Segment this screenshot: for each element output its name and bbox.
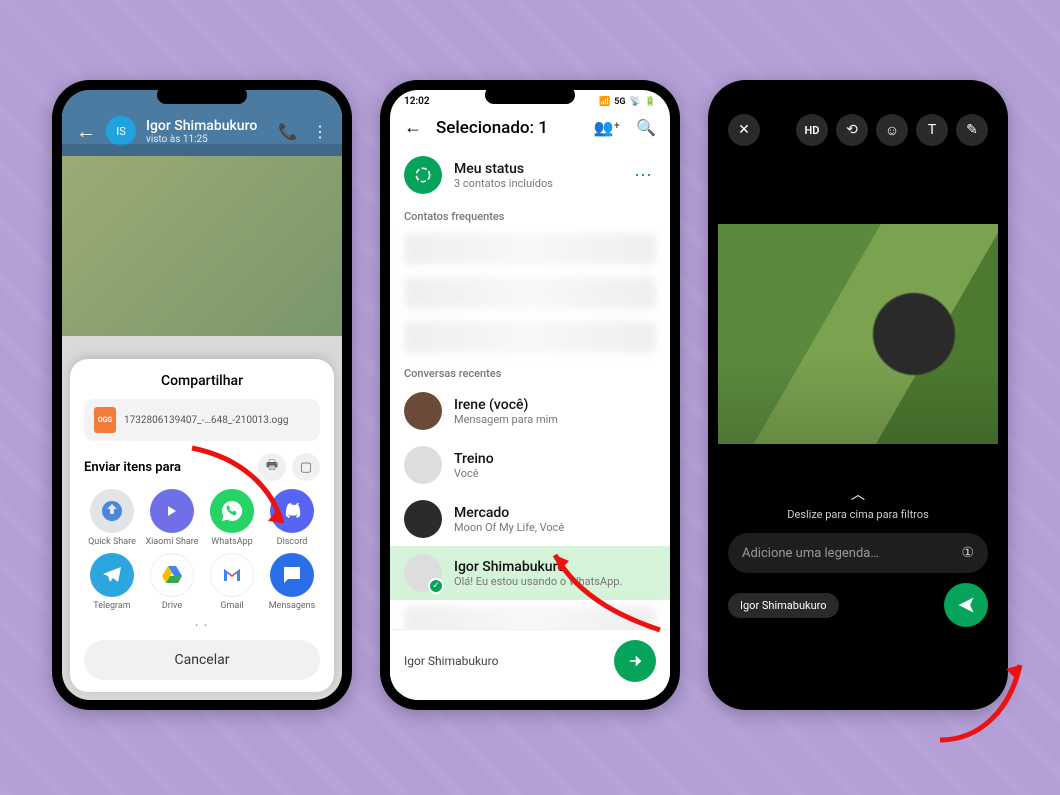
- share-apps-grid: Quick Share Xiaomi Share WhatsApp Discor…: [84, 489, 320, 611]
- share-app-discord[interactable]: Discord: [264, 489, 320, 547]
- send-button[interactable]: [944, 583, 988, 627]
- bottom-bar: Igor Shimabukuro: [390, 629, 670, 692]
- avatar: [404, 500, 442, 538]
- file-type-icon: OGG: [94, 407, 116, 433]
- avatar: [404, 446, 442, 484]
- print-icon[interactable]: 🖶: [258, 453, 286, 481]
- section-recent: Conversas recentes: [390, 359, 670, 384]
- status-ring-icon: [404, 156, 442, 194]
- blurred-contact: [390, 315, 670, 359]
- image-preview[interactable]: [718, 224, 998, 444]
- blurred-contact: [390, 227, 670, 271]
- call-icon[interactable]: 📞: [278, 122, 298, 141]
- share-app-telegram[interactable]: Telegram: [84, 553, 140, 611]
- chevron-up-icon: ︿: [718, 484, 998, 504]
- new-group-icon[interactable]: 👥⁺: [594, 118, 620, 137]
- section-frequent: Contatos frequentes: [390, 202, 670, 227]
- search-icon[interactable]: 🔍: [636, 118, 656, 137]
- share-app-gmail[interactable]: Gmail: [204, 553, 260, 611]
- hd-button[interactable]: HD: [796, 114, 828, 146]
- cast-icon[interactable]: ▢: [292, 453, 320, 481]
- share-app-whatsapp[interactable]: WhatsApp: [204, 489, 260, 547]
- page-indicator: • •: [84, 621, 320, 630]
- close-icon[interactable]: ✕: [728, 114, 760, 146]
- send-button[interactable]: [614, 640, 656, 682]
- check-icon: ✓: [428, 578, 444, 594]
- phone-3-whatsapp-editor: ✕ HD ⟲ ☺ T ✎ ︿ Deslize para cima para fi…: [708, 80, 1008, 710]
- more-icon[interactable]: ⋮: [312, 122, 328, 141]
- caption-input[interactable]: Adicione uma legenda… ①: [728, 533, 988, 573]
- contact-row[interactable]: TreinoVocê: [390, 438, 670, 492]
- swipe-hint[interactable]: ︿ Deslize para cima para filtros: [718, 444, 998, 521]
- share-title: Compartilhar: [84, 373, 320, 389]
- status-time: 12:02: [404, 96, 430, 107]
- contact-row-selected[interactable]: ✓ Igor ShimabukuroOlá! Eu estou usando o…: [390, 546, 670, 600]
- view-once-icon[interactable]: ①: [961, 545, 974, 561]
- contact-avatar[interactable]: IS: [106, 116, 136, 146]
- share-app-messages[interactable]: Mensagens: [264, 553, 320, 611]
- recipient-summary: Igor Shimabukuro: [404, 654, 614, 668]
- share-sheet: Compartilhar OGG 1732806139407_-…648_-21…: [70, 359, 334, 692]
- caption-placeholder: Adicione uma legenda…: [742, 546, 961, 561]
- phone-notch: [813, 86, 903, 104]
- contact-row[interactable]: MercadoMoon Of My Life, Você: [390, 492, 670, 546]
- phone-notch: [485, 86, 575, 104]
- more-icon[interactable]: ⋯: [634, 165, 656, 186]
- crop-rotate-icon[interactable]: ⟲: [836, 114, 868, 146]
- phone-notch: [157, 86, 247, 104]
- share-app-xiaomi[interactable]: Xiaomi Share: [144, 489, 200, 547]
- file-name: 1732806139407_-…648_-210013.ogg: [124, 415, 288, 426]
- contact-row[interactable]: Irene (você)Mensagem para mim: [390, 384, 670, 438]
- sticker-icon[interactable]: ☺: [876, 114, 908, 146]
- avatar: [404, 392, 442, 430]
- text-icon[interactable]: T: [916, 114, 948, 146]
- draw-icon[interactable]: ✎: [956, 114, 988, 146]
- cancel-button[interactable]: Cancelar: [84, 640, 320, 680]
- blurred-contact: [390, 271, 670, 315]
- avatar: ✓: [404, 554, 442, 592]
- my-status-row[interactable]: Meu status 3 contatos incluídos ⋯: [390, 148, 670, 202]
- selection-header: ← Selecionado: 1 👥⁺ 🔍: [390, 109, 670, 148]
- back-icon[interactable]: ←: [404, 117, 422, 138]
- share-file-row[interactable]: OGG 1732806139407_-…648_-210013.ogg: [84, 399, 320, 441]
- share-app-drive[interactable]: Drive: [144, 553, 200, 611]
- recipient-chip[interactable]: Igor Shimabukuro: [728, 593, 839, 618]
- share-app-quickshare[interactable]: Quick Share: [84, 489, 140, 547]
- selection-title: Selecionado: 1: [436, 118, 580, 138]
- contact-name[interactable]: Igor Shimabukuro: [146, 118, 268, 134]
- back-icon[interactable]: ←: [76, 119, 96, 144]
- last-seen: visto às 11:25: [146, 134, 268, 145]
- send-to-label: Enviar itens para: [84, 460, 181, 475]
- phone-1-telegram-share: ← IS Igor Shimabukuro visto às 11:25 📞 ⋮…: [52, 80, 352, 710]
- phone-2-whatsapp-select: 12:02 📶5G📡🔋 ← Selecionado: 1 👥⁺ 🔍 Meu st…: [380, 80, 680, 710]
